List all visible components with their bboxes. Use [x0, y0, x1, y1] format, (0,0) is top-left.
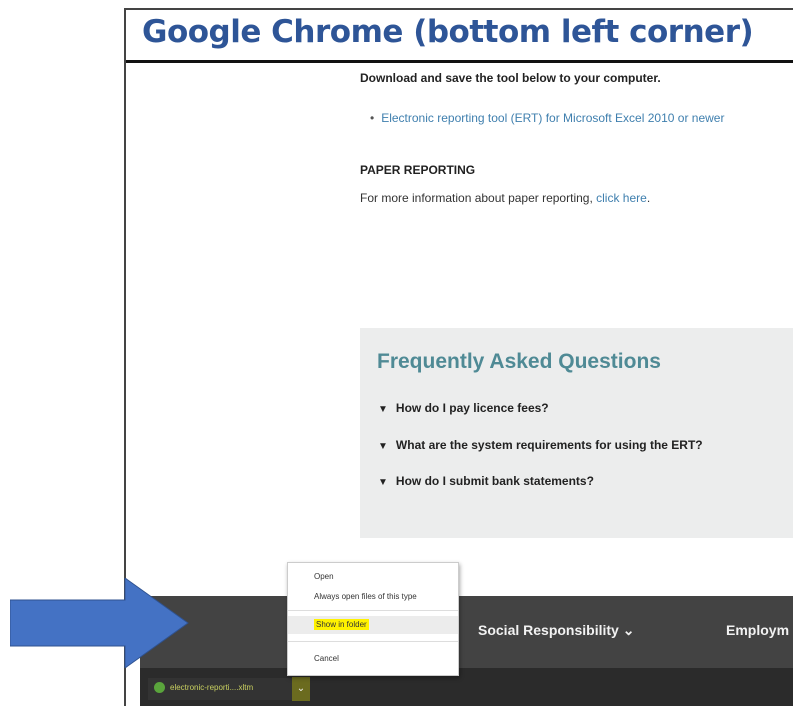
menu-item-cancel[interactable]: Cancel — [314, 654, 339, 663]
bullet-icon: • — [370, 111, 375, 125]
faq-question[interactable]: ▼ How do I pay licence fees? — [378, 401, 549, 415]
faq-question[interactable]: ▼ How do I submit bank statements? — [378, 474, 594, 488]
menu-item-always-open[interactable]: Always open files of this type — [314, 592, 417, 601]
expand-triangle-icon: ▼ — [378, 441, 388, 452]
menu-separator — [288, 641, 458, 642]
faq-question[interactable]: ▼ What are the system requirements for us… — [378, 438, 703, 452]
pointer-arrow-icon — [10, 578, 189, 668]
faq-panel: Frequently Asked Questions ▼ How do I pay… — [360, 328, 793, 538]
faq-question-label: What are the system requirements for usi… — [395, 438, 703, 452]
nav-employment[interactable]: Employm — [726, 622, 789, 638]
menu-separator — [288, 610, 458, 611]
faq-question-label: How do I pay licence fees? — [395, 401, 549, 415]
info-text: For more information about paper reporti… — [360, 191, 597, 205]
excel-file-icon — [154, 682, 165, 693]
faq-title: Frequently Asked Questions — [377, 350, 661, 373]
expand-triangle-icon: ▼ — [378, 404, 388, 415]
faq-question-label: How do I submit bank statements? — [395, 474, 594, 488]
show-in-folder-label: Show in folder — [314, 619, 369, 630]
download-filename: electronic-reporti....xltm — [170, 683, 254, 692]
chevron-down-icon: ⌄ — [296, 683, 306, 694]
download-menu-button[interactable]: ⌄ — [292, 677, 310, 701]
ert-link-label: Electronic reporting tool (ERT) for Micr… — [381, 111, 725, 125]
download-item[interactable]: electronic-reporti....xltm — [148, 678, 294, 700]
info-end: . — [646, 191, 651, 205]
expand-triangle-icon: ▼ — [378, 477, 388, 488]
download-context-menu: Open Always open files of this type Show… — [287, 562, 459, 676]
ert-download-link[interactable]: • Electronic reporting tool (ERT) for Mic… — [370, 111, 724, 125]
slide-title: Google Chrome (bottom left corner) — [142, 14, 754, 50]
paper-reporting-info: For more information about paper reporti… — [360, 191, 650, 205]
paper-reporting-heading: PAPER REPORTING — [360, 163, 476, 177]
nav-social-responsibility[interactable]: Social Responsibility ⌄ — [478, 622, 634, 639]
menu-item-open[interactable]: Open — [314, 572, 334, 581]
download-shelf: electronic-reporti....xltm ⌄ — [140, 668, 793, 706]
browser-page: Download and save the tool below to your… — [126, 63, 793, 706]
site-navbar: Social Responsibility ⌄ Employm — [140, 596, 793, 668]
menu-item-show-in-folder[interactable]: Show in folder — [314, 619, 369, 630]
intro-text: Download and save the tool below to your… — [360, 71, 661, 85]
click-here-link[interactable]: click here — [596, 191, 647, 205]
